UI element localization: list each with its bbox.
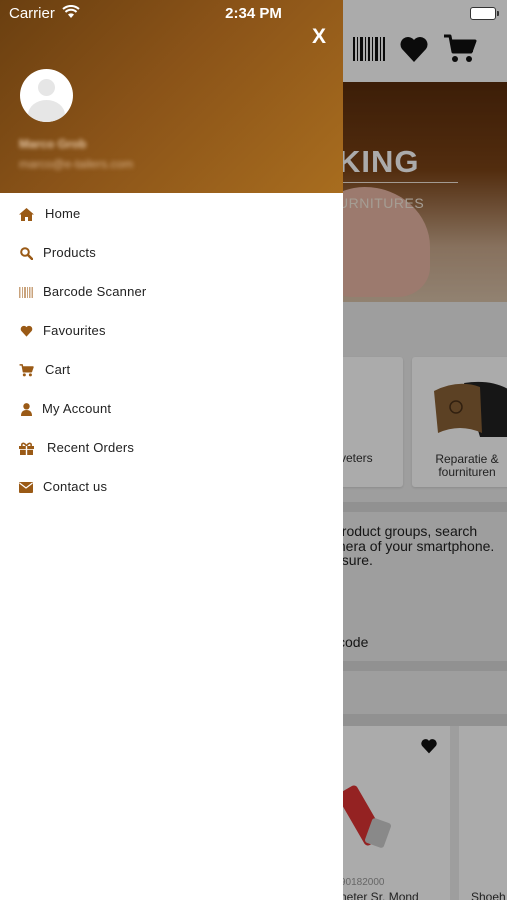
menu-item-barcode-scanner[interactable]: Barcode Scanner [0,272,343,311]
envelope-icon [18,479,34,495]
battery-icon [470,7,499,20]
menu-item-favourites[interactable]: Favourites [0,311,343,350]
avatar[interactable] [20,69,73,122]
close-button[interactable]: X [312,25,326,49]
menu-label: Barcode Scanner [43,284,147,299]
status-bar: Carrier 2:34 PM [0,0,507,28]
search-icon [18,245,34,261]
menu-item-recent-orders[interactable]: Recent Orders [0,428,343,467]
menu-label: Contact us [43,479,108,494]
menu-item-contact-us[interactable]: Contact us [0,467,343,506]
user-icon [18,401,34,417]
status-time: 2:34 PM [225,5,282,22]
menu-label: Cart [45,362,71,377]
menu-item-home[interactable]: Home [0,194,343,233]
user-name: Marco Grob [19,137,87,151]
gift-icon [18,440,34,456]
barcode-icon [18,284,34,300]
menu-label: Recent Orders [47,440,135,455]
cart-icon [18,362,34,378]
home-icon [18,206,34,222]
menu-item-cart[interactable]: Cart [0,350,343,389]
drawer-menu: Home Products Barcode Scanner Favourites… [0,194,343,506]
menu-item-products[interactable]: Products [0,233,343,272]
user-email: marco@e-tailers.com [19,157,134,171]
menu-label: Home [45,206,81,221]
heart-icon [18,323,34,339]
drawer-header: X Marco Grob marco@e-tailers.com [0,0,343,193]
menu-label: Products [43,245,96,260]
side-drawer: X Marco Grob marco@e-tailers.com Home Pr… [0,0,343,900]
menu-item-my-account[interactable]: My Account [0,389,343,428]
menu-label: My Account [42,401,112,416]
menu-label: Favourites [43,323,106,338]
